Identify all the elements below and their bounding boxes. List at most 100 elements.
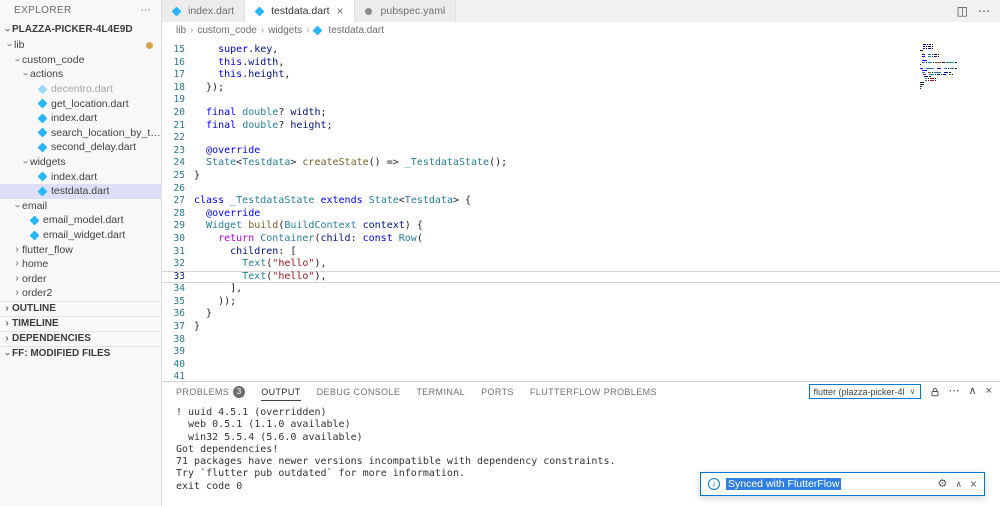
panel-tab-output[interactable]: OUTPUT <box>261 382 300 401</box>
tree-folder-flutter-flow[interactable]: ›flutter_flow <box>0 242 161 257</box>
breadcrumb-item-lib[interactable]: lib <box>176 25 186 36</box>
line-number: 40 <box>162 359 194 372</box>
code-line[interactable]: 36 } <box>162 308 1000 321</box>
code-line[interactable]: 15 super.key, <box>162 44 1000 57</box>
code-line[interactable]: 33 Text("hello"), <box>162 271 1000 284</box>
sidebar-section-timeline[interactable]: ›TIMELINE <box>0 316 161 331</box>
sidebar-section-ff-modified-files[interactable]: ›FF: MODIFIED FILES <box>0 346 161 361</box>
tree-file-email-model-dart[interactable]: email_model.dart <box>0 213 161 228</box>
tab-index-dart[interactable]: index.dart <box>162 0 245 22</box>
tree-folder-home[interactable]: ›home <box>0 257 161 272</box>
code-line[interactable]: 21 final double? height; <box>162 120 1000 133</box>
code-line[interactable]: 27class _TestdataState extends State<Tes… <box>162 195 1000 208</box>
tree-file-search-location-by-text-dart[interactable]: search_location_by_text.dart <box>0 126 161 141</box>
tree-file-index-dart[interactable]: index.dart <box>0 111 161 126</box>
tree-folder-actions[interactable]: ›actions <box>0 67 161 82</box>
collapse-notification-icon[interactable]: ∧ <box>955 480 962 489</box>
code-line[interactable]: 16 this.width, <box>162 57 1000 70</box>
code-line[interactable]: 23 @override <box>162 145 1000 158</box>
tree-folder-custom-code[interactable]: ›custom_code <box>0 53 161 68</box>
project-root-folder[interactable]: › PLAZZA-PICKER-4L4E9D <box>0 21 161 38</box>
tree-file-second-delay-dart[interactable]: second_delay.dart <box>0 140 161 155</box>
code-line[interactable]: 28 @override <box>162 208 1000 221</box>
maximize-panel-icon[interactable]: ∧ <box>969 386 977 397</box>
panel-tab-terminal[interactable]: TERMINAL <box>416 382 465 401</box>
dart-file-icon <box>38 85 47 94</box>
line-number: 27 <box>162 195 194 208</box>
close-notification-icon[interactable]: × <box>970 478 977 490</box>
sidebar-section-outline[interactable]: ›OUTLINE <box>0 301 161 316</box>
code-line[interactable]: 18 }); <box>162 82 1000 95</box>
code-line[interactable]: 31 children: [ <box>162 246 1000 259</box>
code-line[interactable]: 17 this.height, <box>162 69 1000 82</box>
section-label: DEPENDENCIES <box>12 333 91 344</box>
output-channel-dropdown[interactable]: flutter (plazza-picker-4l ∨ <box>809 384 921 399</box>
code-line[interactable]: 22 <box>162 132 1000 145</box>
tree-file-decentro-dart[interactable]: decentro.dart <box>0 82 161 97</box>
minimap[interactable] <box>920 44 976 98</box>
explorer-more-icon[interactable]: ⋯ <box>141 5 151 16</box>
sidebar-section-dependencies[interactable]: ›DEPENDENCIES <box>0 331 161 346</box>
tree-item-label: email <box>22 200 47 212</box>
tree-item-label: second_delay.dart <box>51 141 136 153</box>
tree-folder-email[interactable]: ›email <box>0 199 161 214</box>
dart-file-icon <box>38 187 47 196</box>
tree-file-index-dart[interactable]: index.dart <box>0 169 161 184</box>
panel-tab-ports[interactable]: PORTS <box>481 382 514 401</box>
split-editor-icon[interactable]: ◫ <box>957 5 968 17</box>
code-line[interactable]: 35 )); <box>162 296 1000 309</box>
tree-file-get-location-dart[interactable]: get_location.dart <box>0 96 161 111</box>
tree-file-testdata-dart[interactable]: testdata.dart <box>0 184 161 199</box>
code-line[interactable]: 34 ], <box>162 283 1000 296</box>
chevron-right-icon: › <box>12 288 22 298</box>
code-line[interactable]: 26 <box>162 183 1000 196</box>
breadcrumb-item-custom-code[interactable]: custom_code <box>197 25 256 36</box>
tree-folder-lib[interactable]: ›lib <box>0 38 161 53</box>
code-line[interactable]: 32 Text("hello"), <box>162 258 1000 271</box>
code-line[interactable]: 40 <box>162 359 1000 372</box>
code-text: Text("hello"), <box>194 258 327 271</box>
tree-folder-widgets[interactable]: ›widgets <box>0 155 161 170</box>
tree-folder-order[interactable]: ›order <box>0 272 161 287</box>
code-line[interactable]: 20 final double? width; <box>162 107 1000 120</box>
tree-item-label: lib <box>14 39 25 51</box>
close-panel-icon[interactable]: × <box>986 386 992 397</box>
code-editor[interactable]: 15 super.key,16 this.width,17 this.heigh… <box>162 38 1000 381</box>
code-line[interactable]: 24 State<Testdata> createState() => _Tes… <box>162 157 1000 170</box>
tree-file-email-widget-dart[interactable]: email_widget.dart <box>0 228 161 243</box>
code-line[interactable]: 25} <box>162 170 1000 183</box>
tree-folder-order2[interactable]: ›order2 <box>0 286 161 301</box>
panel-more-icon[interactable]: ⋯ <box>949 386 960 397</box>
line-number: 23 <box>162 145 194 158</box>
code-line[interactable]: 41 <box>162 371 1000 381</box>
line-number: 16 <box>162 57 194 70</box>
code-line[interactable]: 39 <box>162 346 1000 359</box>
code-text: final double? width; <box>194 107 327 120</box>
code-line[interactable]: 29 Widget build(BuildContext context) { <box>162 220 1000 233</box>
tree-item-label: get_location.dart <box>51 98 129 110</box>
editor-more-icon[interactable]: ⋯ <box>978 5 990 17</box>
breadcrumb-item-widgets[interactable]: widgets <box>268 25 302 36</box>
lock-scroll-icon[interactable] <box>930 387 940 397</box>
output-line: web 0.5.1 (1.1.0 available) <box>176 419 1000 431</box>
breadcrumb-item-testdata-dart[interactable]: testdata.dart <box>328 25 384 36</box>
section-label: OUTLINE <box>12 303 56 314</box>
panel-tab-problems[interactable]: PROBLEMS3 <box>176 382 245 401</box>
notification-toast[interactable]: i Synced with FlutterFlow ⚙ ∧ × <box>700 472 985 496</box>
code-line[interactable]: 37} <box>162 321 1000 334</box>
code-text: class _TestdataState extends State<Testd… <box>194 195 471 208</box>
line-number: 41 <box>162 371 194 381</box>
explorer-title: EXPLORER <box>14 5 72 16</box>
tab-pubspec-yaml[interactable]: pubspec.yaml <box>355 0 457 22</box>
line-number: 18 <box>162 82 194 95</box>
code-line[interactable]: 19 <box>162 94 1000 107</box>
code-line[interactable]: 38 <box>162 334 1000 347</box>
notification-settings-icon[interactable]: ⚙ <box>938 479 948 490</box>
output-line: ! uuid 4.5.1 (overridden) <box>176 407 1000 419</box>
panel-tab-flutterflow-problems[interactable]: FLUTTERFLOW PROBLEMS <box>530 382 657 401</box>
chevron-down-icon: › <box>12 55 22 65</box>
tab-testdata-dart[interactable]: testdata.dart× <box>245 0 354 22</box>
panel-tab-debug-console[interactable]: DEBUG CONSOLE <box>317 382 401 401</box>
code-line[interactable]: 30 return Container(child: const Row( <box>162 233 1000 246</box>
close-tab-icon[interactable]: × <box>337 5 344 17</box>
